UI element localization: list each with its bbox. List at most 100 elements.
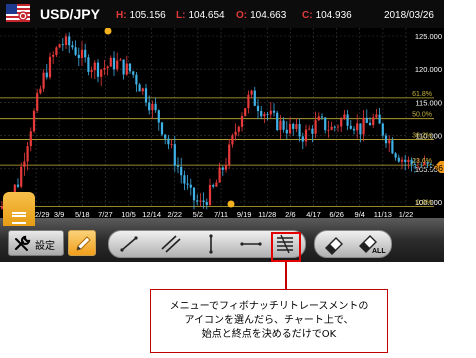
candle-body (128, 63, 132, 72)
eraser-button[interactable] (315, 231, 353, 257)
eraser-all-icon: ALL (359, 235, 386, 255)
candle-body (269, 110, 272, 115)
close-quote: C: 104.936 (302, 10, 352, 21)
trendline-button[interactable] (113, 231, 145, 257)
time-tick-label: 3/9 (54, 210, 64, 218)
candle-body (221, 167, 224, 170)
vertical-line-button[interactable] (195, 231, 227, 257)
candle-body (352, 128, 356, 131)
draw-pencil-button[interactable] (68, 230, 96, 256)
candle-body (279, 120, 282, 131)
trendline-icon (120, 236, 138, 252)
us-flag-icon (6, 4, 30, 22)
open-quote: O: 104.663 (236, 10, 287, 21)
candle-body (343, 114, 346, 120)
candle-body (330, 126, 333, 130)
fibonacci-labels: 61.8%50.0%38.2%23.6%0.0% (412, 91, 432, 207)
price-tick-label: 125.000 (415, 32, 442, 41)
candle-body (372, 117, 375, 126)
candle-body (388, 140, 391, 144)
wrench-icon (13, 235, 31, 257)
candle-body (20, 166, 23, 187)
candle-body (400, 159, 404, 162)
candle-body (157, 110, 160, 123)
time-tick-label: 7/11 (214, 210, 228, 218)
candle-body (356, 123, 359, 131)
candle-body (240, 116, 244, 127)
candle-body (77, 54, 80, 58)
candle-body (397, 157, 400, 162)
candle-body (68, 36, 71, 46)
price-tick-label: 120.000 (415, 65, 442, 74)
candle-body (224, 164, 228, 170)
current-price-tag: 104.936 (412, 161, 444, 173)
candle-body (391, 140, 394, 154)
candle-body (231, 135, 234, 145)
candle-body (368, 122, 372, 126)
candle-body (106, 66, 109, 69)
candle-body (407, 159, 410, 163)
candle-body (170, 144, 173, 145)
candlestick-chart[interactable]: 125.000120.000115.000110.000105.000100.0… (0, 28, 444, 218)
candle-body (285, 129, 288, 134)
candle-body (314, 120, 317, 134)
fib-end-handle[interactable] (227, 200, 235, 208)
candle-body (346, 114, 349, 126)
candle-body (186, 183, 189, 185)
pencil-icon (76, 236, 91, 251)
candle-body (192, 187, 196, 201)
candle-body (244, 108, 247, 117)
candle-body (263, 113, 266, 117)
candle-body (100, 69, 103, 77)
candle-body (381, 123, 384, 136)
candle-body (48, 56, 52, 78)
callout-text: メニューでフィボナッチリトレースメントの アイコンを選んだら、チャート上で、 始… (151, 300, 387, 342)
candle-body (45, 72, 48, 78)
time-tick-label: 9/19 (237, 210, 252, 218)
time-tick-label: 12/14 (142, 210, 161, 218)
candle-body (151, 103, 154, 111)
candle-body (202, 200, 205, 203)
candle-body (103, 68, 106, 70)
settings-button[interactable]: 設定 (8, 230, 64, 256)
candle-body (80, 49, 84, 58)
candle-body (74, 47, 77, 55)
candle-body (196, 200, 199, 202)
candle-body (298, 124, 301, 137)
candle-body (96, 62, 100, 77)
candle-body (282, 120, 285, 130)
candle-body (253, 90, 256, 106)
candle-body (320, 116, 324, 118)
candle-body (359, 123, 362, 135)
candle-body (180, 166, 183, 176)
candle-body (288, 123, 292, 134)
candle-body (87, 57, 90, 72)
horizontal-line-button[interactable] (235, 231, 267, 257)
price-tick-label: 115.000 (415, 98, 442, 107)
candle-body (208, 184, 212, 205)
candle-body (311, 128, 314, 134)
candle-body (112, 57, 116, 70)
explanation-callout: メニューでフィボナッチリトレースメントの アイコンを選んだら、チャート上で、 始… (150, 289, 388, 353)
fib-level-label: 61.8% (412, 91, 432, 98)
candle-body (349, 125, 352, 129)
channel-button[interactable] (155, 231, 187, 257)
candle-body (308, 128, 311, 130)
fibonacci-highlight-box (271, 232, 301, 262)
eraser-all-button[interactable]: ALL (353, 231, 391, 257)
candle-body (164, 134, 167, 139)
settings-label: 設定 (35, 241, 55, 252)
menu-icon (12, 212, 26, 224)
vertical-line-icon (209, 234, 213, 254)
candle-body (215, 182, 218, 187)
candle-body (55, 47, 58, 55)
candle-body (404, 159, 407, 163)
candle-body (84, 49, 87, 58)
candle-body (160, 122, 164, 135)
callout-line-3: 始点と終点を決めるだけでOK (201, 329, 337, 340)
candle-body (362, 117, 365, 135)
candle-body (276, 112, 279, 131)
menu-tab-handle[interactable] (3, 192, 35, 226)
candle-body (394, 153, 397, 158)
candle-body (247, 94, 250, 109)
